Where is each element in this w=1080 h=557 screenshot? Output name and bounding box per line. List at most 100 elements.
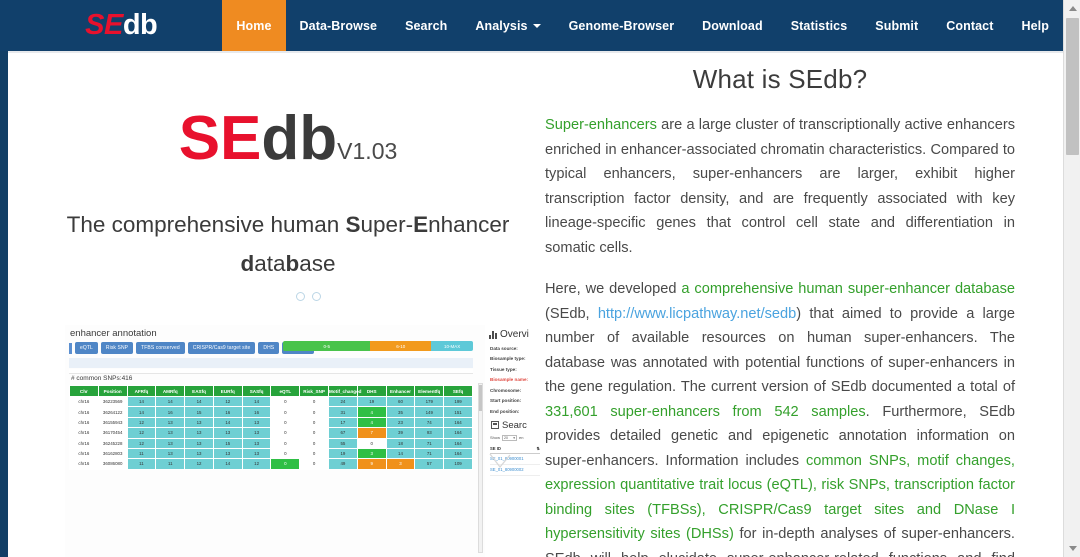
carousel-dot-2[interactable]	[312, 292, 321, 301]
table-row: chr16 36245228 12 13 13 15 13 0 0 55 0 1…	[69, 437, 473, 449]
page-title: What is SEdb?	[692, 64, 868, 94]
cell-eqtl: 0	[270, 458, 301, 470]
hero-sub-part2: uper-	[360, 212, 414, 237]
cell-afrfq: 11	[126, 458, 157, 470]
cell-amrfq: 13	[155, 427, 186, 439]
tab-tfbs-conserved[interactable]: TFBS conserved	[136, 342, 185, 354]
about-paragraph-1: Super-enhancers are a large cluster of t…	[545, 113, 1015, 260]
field-end-position: End position:	[490, 408, 520, 414]
cell-afrfq: 12	[126, 427, 157, 439]
th-amrfq: AMRfq	[155, 385, 186, 397]
nav-item-search[interactable]: Search	[391, 0, 461, 51]
screenshot-title: enhancer annotation	[70, 328, 157, 339]
cell-easfq: 13	[184, 416, 214, 429]
para1-highlight-super-enhancers: Super-enhancers	[545, 117, 657, 133]
cell-chr: chr16	[69, 406, 99, 418]
field-biosample-type: Biosample type:	[490, 356, 526, 361]
legend-segment-mid: 6-10	[370, 341, 432, 351]
th-elementfq: Elementfq	[414, 385, 445, 397]
cell-enhancer: 60	[385, 395, 416, 408]
cell-enhancer: 18	[385, 437, 416, 449]
cell-easfq: 15	[184, 406, 214, 418]
hero-section: SEdbV1.03 The comprehensive human Super-…	[28, 53, 548, 284]
scroll-up-arrow-icon[interactable]	[1064, 0, 1080, 17]
entries-label: en	[519, 435, 524, 440]
table-row: chr16 36170454 12 13 13 13 13 0 0 67 7 3…	[69, 427, 473, 439]
show-entries-row: Show 20 ▾ en	[490, 434, 547, 441]
cell-easfq: 12	[184, 458, 214, 470]
snp-count-label: # common SNPs:416	[71, 375, 133, 382]
cell-risk-snp: 0	[299, 395, 330, 408]
th-sasfq: SASfq	[241, 385, 272, 397]
tab-risk-snp[interactable]: Risk SNP	[100, 342, 134, 354]
cell-amrfq: 13	[155, 447, 186, 460]
cell-eqtl: 0	[270, 395, 301, 408]
th-position: Position	[97, 385, 128, 397]
cell-dhs: 0	[356, 437, 387, 449]
cell-eurfq: 13	[212, 447, 243, 460]
screenshot-scroll-thumb[interactable]	[479, 385, 482, 411]
tab-eqtl[interactable]: eQTL	[75, 342, 98, 354]
hero-sub-part1: The comprehensive human	[66, 212, 346, 237]
cell-motif-changed: 31	[328, 406, 358, 418]
nav-item-statistics[interactable]: Statistics	[777, 0, 862, 51]
cell-risk-snp: 0	[299, 416, 330, 429]
table-row: chr16 36162803 11 13 13 13 13 0 0 19 3 1…	[69, 447, 473, 460]
hero-title: SEdbV1.03	[28, 108, 548, 170]
field-tissue-type: Tissue type:	[490, 366, 517, 372]
cell-sefq: 151	[443, 406, 473, 418]
screenshot-inner-scrollbar[interactable]	[478, 383, 483, 553]
browser-scrollbar[interactable]	[1063, 0, 1080, 557]
cell-sasfq: 14	[241, 395, 272, 408]
site-logo[interactable]: SE db	[0, 0, 222, 51]
legend-segment-high: 10-MAX	[431, 341, 473, 351]
nav-label-data-browse: Data-Browse	[299, 18, 378, 33]
th-motif-changed: Motif_changed	[328, 385, 361, 397]
para2-highlight-database: a comprehensive human super-enhancer dat…	[681, 281, 1015, 298]
scrollbar-thumb[interactable]	[1066, 18, 1079, 155]
se-id-column-header[interactable]: SE ID ⇅	[490, 444, 540, 454]
se-id-header-label: SE ID	[490, 445, 501, 451]
tab-crispr-cas9-target-site[interactable]: CRISPR/Cas9 target site	[187, 342, 256, 354]
tab-dhs[interactable]: DHS	[258, 342, 280, 354]
nav-item-genome-browser[interactable]: Genome-Browser	[555, 0, 689, 51]
hero-sub-part3: nhancer	[428, 212, 510, 237]
table-row: chr16 36264122 14 16 15 16 16 0 0 31 4 3…	[69, 406, 473, 418]
cell-risk-snp: 0	[299, 406, 330, 418]
cell-sasfq: 16	[241, 406, 272, 418]
table-row: chr16 36223569 14 14 14 12 14 0 0 24 19 …	[69, 395, 473, 408]
cell-motif-changed: 17	[328, 416, 358, 429]
nav-item-contact[interactable]: Contact	[932, 0, 1007, 51]
left-edge-rail	[0, 0, 8, 557]
carousel-dot-1[interactable]	[296, 292, 305, 301]
nav-label-help: Help	[1021, 18, 1049, 33]
sedb-url-link[interactable]: http://www.licpathway.net/sedb	[598, 306, 796, 322]
cell-enhancer: 3	[385, 458, 416, 470]
nav-item-analysis[interactable]: Analysis	[461, 0, 554, 51]
table-row: chr16 36086080 11 11 12 14 12 0 0 49 9 3…	[69, 458, 473, 470]
cell-amrfq: 14	[155, 395, 186, 408]
cell-dhs: 4	[356, 416, 387, 429]
nav-item-data-browse[interactable]: Data-Browse	[286, 0, 392, 51]
cell-eqtl: 0	[270, 406, 301, 418]
entries-select[interactable]: 20 ▾	[502, 434, 518, 441]
cell-eqtl: 0	[270, 416, 301, 429]
carousel-screenshot[interactable]: enhancer annotation eQTL Risk SNP TFBS c…	[65, 325, 485, 557]
cell-motif-changed: 67	[328, 427, 358, 439]
cell-enhancer: 35	[385, 406, 416, 418]
cell-afrfq: 14	[126, 406, 157, 418]
cell-elementfq: 71	[414, 437, 445, 449]
hero-sub-part5: ase	[299, 250, 336, 276]
cell-sefq: 109	[443, 458, 473, 470]
cell-afrfq: 11	[126, 447, 157, 460]
scroll-down-arrow-icon[interactable]	[1064, 540, 1080, 557]
hero-version-label: V1.03	[337, 138, 398, 164]
th-risk-snp: Risk_SNP	[299, 385, 330, 397]
cell-easfq: 13	[184, 427, 214, 439]
nav-item-download[interactable]: Download	[688, 0, 777, 51]
annotation-tab-row: eQTL Risk SNP TFBS conserved CRISPR/Cas9…	[69, 342, 315, 354]
nav-item-submit[interactable]: Submit	[861, 0, 932, 51]
nav-item-help[interactable]: Help	[1008, 0, 1064, 51]
nav-item-home[interactable]: Home	[222, 0, 286, 51]
hero-sub-bold-d: d	[240, 250, 255, 276]
